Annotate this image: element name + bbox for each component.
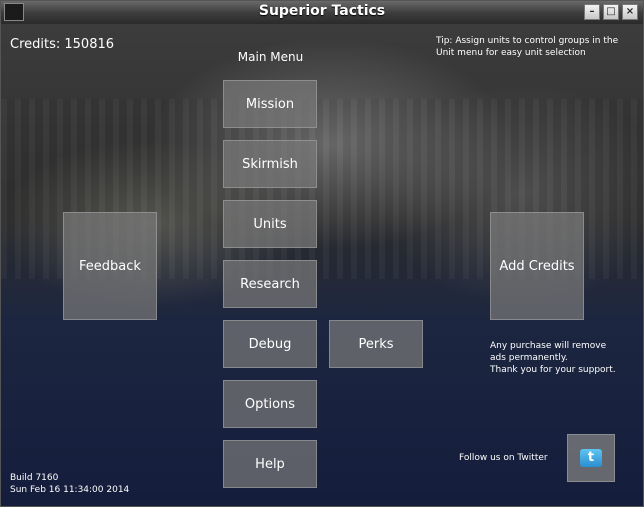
close-button[interactable]: × <box>622 4 638 20</box>
window-title: Superior Tactics <box>258 3 386 19</box>
credits-value: 150816 <box>64 37 115 52</box>
build-number: Build 7160 <box>10 473 59 483</box>
purchase-note-line: Thank you for your support. <box>490 365 616 375</box>
research-button[interactable]: Research <box>223 260 317 308</box>
twitter-icon: t <box>580 449 602 467</box>
purchase-note: Any purchase will remove ads permanently… <box>490 340 630 376</box>
main-menu-title: Main Menu <box>237 50 304 64</box>
help-button[interactable]: Help <box>223 440 317 488</box>
credits-display: Credits: 150816 <box>10 37 114 52</box>
units-button[interactable]: Units <box>223 200 317 248</box>
maximize-button[interactable]: □ <box>603 4 619 20</box>
purchase-note-line: Any purchase will remove <box>490 341 607 351</box>
minimize-button[interactable]: – <box>584 4 600 20</box>
mission-button[interactable]: Mission <box>223 80 317 128</box>
game-canvas: Credits: 150816 Tip: Assign units to con… <box>1 24 643 506</box>
build-date: Sun Feb 16 11:34:00 2014 <box>10 485 130 495</box>
build-info: Build 7160 Sun Feb 16 11:34:00 2014 <box>10 472 129 496</box>
tip-text: Tip: Assign units to control groups in t… <box>436 36 619 58</box>
feedback-button[interactable]: Feedback <box>63 212 157 320</box>
options-button[interactable]: Options <box>223 380 317 428</box>
purchase-note-line: ads permanently. <box>490 353 568 363</box>
title-bar[interactable]: Superior Tactics – □ × <box>1 1 643 25</box>
add-credits-button[interactable]: Add Credits <box>490 212 584 320</box>
game-window: Superior Tactics – □ × Credits: 150816 T… <box>0 0 644 507</box>
skirmish-button[interactable]: Skirmish <box>223 140 317 188</box>
follow-twitter-label: Follow us on Twitter <box>459 453 548 463</box>
perks-button[interactable]: Perks <box>329 320 423 368</box>
credits-label: Credits: <box>10 37 61 52</box>
twitter-button[interactable]: t <box>567 434 615 482</box>
debug-button[interactable]: Debug <box>223 320 317 368</box>
